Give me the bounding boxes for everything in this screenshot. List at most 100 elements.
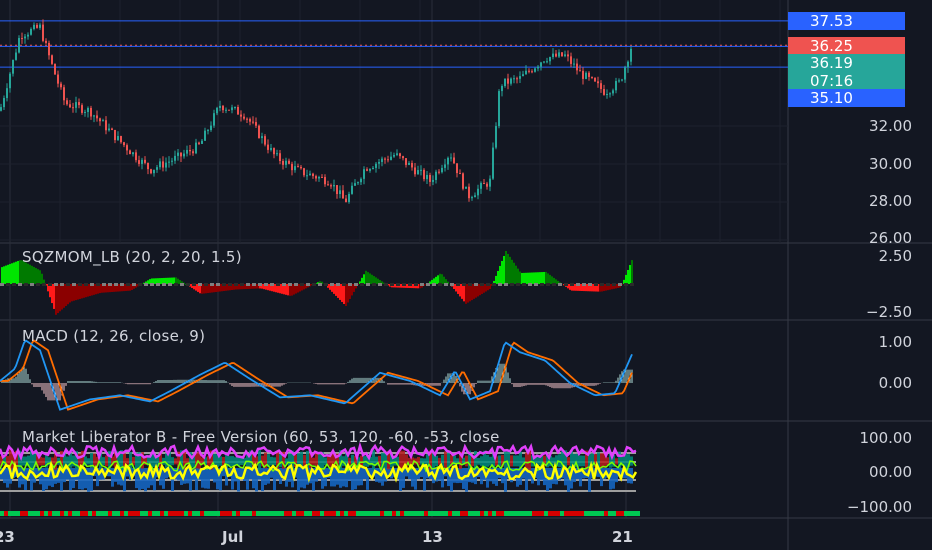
sqzmom-dot — [402, 283, 406, 286]
liberator-teal-area — [489, 456, 492, 466]
sqzmom-bar — [27, 263, 29, 284]
signal-strip-segment — [592, 511, 596, 516]
sqzmom-dot — [264, 283, 268, 286]
signal-strip-segment — [440, 511, 444, 516]
sqzmom-bar — [529, 272, 531, 284]
signal-strip-segment — [356, 511, 360, 516]
sqzmom-bar — [531, 272, 533, 284]
liberator-blue-area — [360, 468, 363, 486]
signal-strip-segment — [288, 511, 292, 516]
signal-strip-segment — [496, 511, 500, 516]
sqzmom-bar — [551, 276, 553, 284]
liberator-blue-area — [213, 468, 216, 483]
sqzmom-bar — [65, 284, 67, 306]
signal-strip-segment — [616, 511, 620, 516]
sqzmom-dot — [462, 283, 466, 286]
sqzmom-bar — [441, 274, 443, 284]
liberator-teal-area — [600, 453, 603, 468]
signal-strip-segment — [452, 511, 456, 516]
candle-body — [147, 162, 149, 170]
sqzmom-dot — [132, 283, 136, 286]
signal-strip-segment — [540, 511, 544, 516]
signal-strip-segment — [100, 511, 104, 516]
sqzmom-dot — [534, 283, 538, 286]
sqzmom-dot — [228, 283, 232, 286]
time-axis-label: 23 — [0, 528, 15, 546]
macd-title: MACD (12, 26, close, 9) — [22, 327, 206, 345]
candle-body — [99, 118, 101, 122]
sqzmom-dot — [366, 283, 370, 286]
liberator-blue-area — [333, 468, 336, 487]
signal-strip-segment — [88, 511, 92, 516]
candle-body — [390, 156, 392, 160]
sqzmom-dot — [576, 283, 580, 286]
signal-strip-segment — [260, 511, 264, 516]
signal-strip-segment — [600, 511, 604, 516]
signal-strip-segment — [48, 511, 52, 516]
signal-strip-segment — [316, 511, 320, 516]
signal-strip-segment — [72, 511, 76, 516]
candle-body — [621, 79, 623, 81]
candle-body — [45, 40, 47, 43]
sqzmom-dot — [186, 283, 190, 286]
signal-strip-segment — [628, 511, 632, 516]
signal-strip-segment — [136, 511, 140, 516]
signal-strip-segment — [196, 511, 200, 516]
signal-strip-segment — [304, 511, 308, 516]
sqzmom-dot — [252, 283, 256, 286]
sqzmom-bar — [63, 284, 65, 308]
liberator-blue-area — [18, 468, 21, 488]
liberator-teal-area — [582, 455, 585, 467]
sqzmom-bar — [521, 272, 523, 284]
candle-body — [336, 185, 338, 195]
candle-body — [327, 184, 329, 186]
signal-strip-segment — [464, 511, 468, 516]
signal-strip-segment — [268, 511, 272, 516]
sqzmom-dot — [306, 283, 310, 286]
signal-strip-segment — [256, 511, 260, 516]
sqzmom-dot — [0, 283, 4, 286]
signal-strip-segment — [580, 511, 584, 516]
candle-body — [63, 87, 65, 101]
candle-body — [432, 179, 434, 182]
sqzmom-dot — [246, 283, 250, 286]
candle-body — [489, 178, 491, 187]
candle-body — [216, 107, 218, 114]
sqzmom-dot — [6, 283, 10, 286]
time-axis-label: Jul — [222, 528, 244, 546]
sqzmom-dot — [474, 283, 478, 286]
sqzmom-bar — [53, 284, 55, 309]
candle-body — [588, 72, 590, 77]
sqzmom-bar — [373, 276, 375, 284]
candle-body — [201, 140, 203, 144]
candle-body — [213, 113, 215, 126]
sqzmom-bar — [535, 272, 537, 284]
liberator-teal-area — [480, 456, 483, 466]
candle-body — [618, 80, 620, 82]
sqzmom-dot — [234, 283, 238, 286]
signal-strip-segment — [152, 511, 156, 516]
sqzmom-bar — [371, 274, 373, 284]
signal-strip-segment — [120, 511, 124, 516]
signal-strip-segment — [348, 511, 352, 516]
signal-strip-segment — [588, 511, 592, 516]
candle-body — [249, 118, 251, 122]
liberator-teal-area — [435, 455, 438, 467]
candle-body — [495, 126, 497, 148]
candle-body — [417, 170, 419, 175]
candle-body — [537, 66, 539, 69]
liberator-teal-area — [444, 451, 447, 470]
sqzmom-dot — [438, 283, 442, 286]
signal-strip-segment — [552, 511, 556, 516]
sqzmom-bar — [57, 284, 59, 314]
signal-strip-segment — [232, 511, 236, 516]
signal-strip-segment — [80, 511, 84, 516]
sqzmom-bar — [437, 275, 439, 284]
candle-body — [273, 148, 275, 155]
liberator-blue-area — [411, 468, 414, 487]
signal-strip-segment — [168, 511, 172, 516]
sqzmom-dot — [78, 283, 82, 286]
signal-strip-segment — [492, 511, 496, 516]
sqzmom-dot — [144, 283, 148, 286]
sqzmom-dot — [66, 283, 70, 286]
